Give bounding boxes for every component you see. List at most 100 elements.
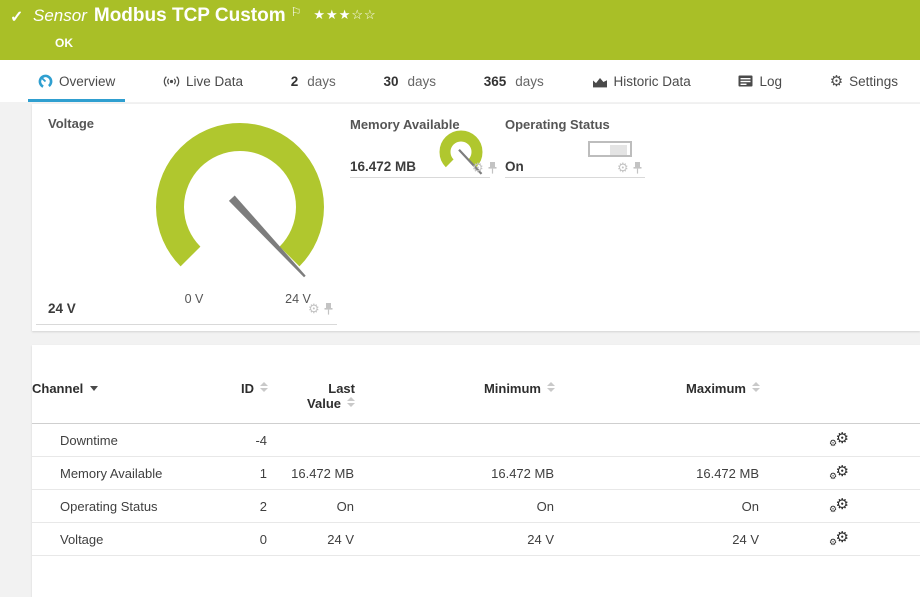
- column-header-last-value[interactable]: Last Value: [268, 345, 355, 424]
- toggle-knob: [610, 145, 627, 155]
- tab-365-days[interactable]: 365 days: [474, 60, 554, 102]
- divider: [505, 177, 645, 178]
- widget-actions[interactable]: ⚙: [472, 162, 497, 174]
- divider: [350, 177, 490, 178]
- column-label: ID: [241, 381, 254, 396]
- tab-historic-data[interactable]: Historic Data: [582, 60, 701, 102]
- tab-label: Live Data: [186, 74, 243, 89]
- cell-minimum: On: [355, 490, 555, 523]
- priority-stars[interactable]: ★★★☆☆: [313, 7, 376, 22]
- gauge-min-label: 0 V: [172, 292, 216, 306]
- widget-actions[interactable]: ⚙: [617, 162, 642, 174]
- gear-icon[interactable]: ⚙: [617, 162, 629, 174]
- widget-actions[interactable]: ⚙: [308, 303, 333, 315]
- pin-icon[interactable]: [488, 162, 497, 174]
- cell-last-value: 16.472 MB: [268, 457, 355, 490]
- column-label: Channel: [32, 381, 83, 396]
- table-row[interactable]: Voltage 0 24 V 24 V 24 V ⚙⚙: [32, 523, 920, 556]
- ok-check-icon: ✓: [10, 7, 23, 27]
- column-header-minimum[interactable]: Minimum: [355, 345, 555, 424]
- pin-icon[interactable]: [324, 303, 333, 315]
- cell-id: 2: [232, 490, 268, 523]
- tab-label: Overview: [59, 74, 115, 89]
- cell-maximum: 24 V: [555, 523, 760, 556]
- tab-days-unit: days: [408, 74, 437, 89]
- stars-filled[interactable]: ★★★: [313, 7, 351, 22]
- edit-channel-icon[interactable]: ⚙⚙: [829, 430, 849, 448]
- historic-chart-icon: [592, 75, 608, 88]
- channel-value: 16.472 MB: [350, 159, 416, 174]
- sort-icon: [752, 382, 760, 392]
- sensor-header: ✓ SensorModbus TCP Custom⚐★★★☆☆ OK: [0, 0, 920, 60]
- cell-last-value: On: [268, 490, 355, 523]
- sort-icon: [260, 382, 268, 392]
- column-label: Minimum: [484, 381, 541, 396]
- table-row[interactable]: Memory Available 1 16.472 MB 16.472 MB 1…: [32, 457, 920, 490]
- tab-settings[interactable]: ⚙ Settings: [820, 60, 908, 102]
- tab-label: Settings: [849, 74, 898, 89]
- widget-title: Operating Status: [505, 117, 610, 132]
- cell-maximum: On: [555, 490, 760, 523]
- cell-channel: Voltage: [32, 523, 232, 556]
- widget-title: Voltage: [48, 116, 94, 131]
- gear-icon[interactable]: ⚙: [308, 303, 320, 315]
- column-label: Last: [328, 381, 355, 396]
- column-label: Value: [307, 396, 341, 411]
- column-header-id[interactable]: ID: [232, 345, 268, 424]
- cell-maximum: [555, 424, 760, 457]
- cell-channel: Operating Status: [32, 490, 232, 523]
- cell-id: 0: [232, 523, 268, 556]
- gauge-icon: [38, 74, 53, 89]
- channel-value: 24 V: [48, 301, 76, 316]
- priority-flag-icon[interactable]: ⚐: [291, 5, 302, 19]
- tab-days-number: 2: [291, 74, 299, 89]
- tab-overview[interactable]: Overview: [28, 60, 125, 102]
- cell-channel: Memory Available: [32, 457, 232, 490]
- tab-bar: Overview Live Data 2 days 30 days 365 da…: [0, 60, 920, 102]
- channel-value: On: [505, 159, 524, 174]
- gauges-panel: Voltage 0 V 24 V 24 V ⚙ Memory Available…: [32, 104, 920, 331]
- prtg-sensor-page: { "icons": { "check": "✓", "flag": "⚐", …: [0, 0, 920, 597]
- tab-30-days[interactable]: 30 days: [373, 60, 446, 102]
- sort-icon: [347, 397, 355, 407]
- tab-days-number: 365: [484, 74, 507, 89]
- log-icon: [738, 75, 753, 87]
- edit-channel-icon[interactable]: ⚙⚙: [829, 463, 849, 481]
- tab-live-data[interactable]: Live Data: [153, 60, 253, 102]
- cell-last-value: [268, 424, 355, 457]
- settings-gear-icon: ⚙: [830, 72, 843, 90]
- tab-days-unit: days: [307, 74, 336, 89]
- cell-id: -4: [232, 424, 268, 457]
- table-row[interactable]: Downtime -4 ⚙⚙: [32, 424, 920, 457]
- tab-log[interactable]: Log: [728, 60, 792, 102]
- cell-last-value: 24 V: [268, 523, 355, 556]
- column-header-channel[interactable]: Channel: [32, 345, 232, 424]
- tab-label: Log: [759, 74, 782, 89]
- cell-minimum: 24 V: [355, 523, 555, 556]
- channel-table: Channel ID Last Value Minimum Maximum: [32, 345, 920, 556]
- tab-label: Historic Data: [614, 74, 691, 89]
- sensor-title-row: SensorModbus TCP Custom⚐★★★☆☆: [33, 5, 377, 27]
- edit-channel-icon[interactable]: ⚙⚙: [829, 529, 849, 547]
- edit-channel-icon[interactable]: ⚙⚙: [829, 496, 849, 514]
- gear-icon[interactable]: ⚙: [472, 162, 484, 174]
- status-toggle: [588, 141, 632, 157]
- column-header-actions: [760, 345, 920, 424]
- divider: [36, 324, 337, 325]
- tab-2-days[interactable]: 2 days: [281, 60, 346, 102]
- table-row[interactable]: Operating Status 2 On On On ⚙⚙: [32, 490, 920, 523]
- pin-icon[interactable]: [633, 162, 642, 174]
- tab-days-number: 30: [383, 74, 398, 89]
- stars-empty[interactable]: ☆☆: [351, 7, 376, 22]
- live-data-icon: [163, 75, 180, 88]
- cell-minimum: 16.472 MB: [355, 457, 555, 490]
- page-title: Modbus TCP Custom: [94, 5, 286, 26]
- voltage-gauge: [150, 117, 330, 297]
- sort-desc-icon: [90, 386, 98, 391]
- tab-days-unit: days: [515, 74, 544, 89]
- cell-id: 1: [232, 457, 268, 490]
- column-header-maximum[interactable]: Maximum: [555, 345, 760, 424]
- sort-icon: [547, 382, 555, 392]
- cell-channel: Downtime: [32, 424, 232, 457]
- table-header-row: Channel ID Last Value Minimum Maximum: [32, 345, 920, 424]
